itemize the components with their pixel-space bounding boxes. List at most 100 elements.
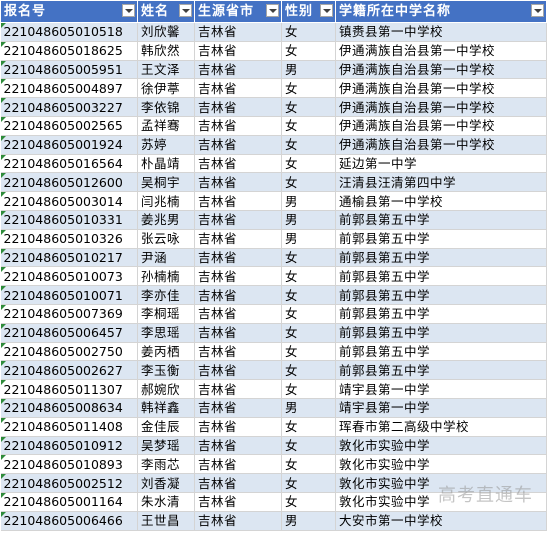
cell-registration-id[interactable]: 221048605006457: [0, 323, 138, 343]
filter-dropdown-button[interactable]: [179, 4, 192, 17]
cell-gender[interactable]: 女: [281, 41, 336, 61]
cell-province[interactable]: 吉林省: [194, 285, 282, 305]
cell-school-name[interactable]: 前郭县第五中学: [335, 285, 547, 305]
cell-student-name[interactable]: 闫兆楠: [137, 191, 195, 211]
cell-province[interactable]: 吉林省: [194, 323, 282, 343]
cell-registration-id[interactable]: 221048605002512: [0, 473, 138, 493]
cell-registration-id[interactable]: 221048605010331: [0, 210, 138, 230]
cell-registration-id[interactable]: 221048605002627: [0, 360, 138, 381]
cell-student-name[interactable]: 孙楠楠: [137, 266, 195, 287]
cell-registration-id[interactable]: 221048605010893: [0, 454, 138, 475]
cell-province[interactable]: 吉林省: [194, 436, 282, 456]
cell-registration-id[interactable]: 221048605016564: [0, 154, 138, 174]
cell-school-name[interactable]: 通榆县第一中学校: [335, 191, 547, 211]
cell-school-name[interactable]: 伊通满族自治县第一中学校: [335, 116, 547, 136]
cell-school-name[interactable]: 靖宇县第一中学: [335, 379, 547, 399]
cell-registration-id[interactable]: 221048605011408: [0, 417, 138, 437]
cell-student-name[interactable]: 张云咏: [137, 229, 195, 249]
cell-registration-id[interactable]: 221048605006466: [0, 511, 138, 531]
cell-student-name[interactable]: 李亦佳: [137, 285, 195, 305]
cell-province[interactable]: 吉林省: [194, 492, 282, 512]
cell-registration-id[interactable]: 221048605002750: [0, 342, 138, 362]
cell-gender[interactable]: 女: [281, 22, 336, 42]
cell-province[interactable]: 吉林省: [194, 342, 282, 362]
cell-province[interactable]: 吉林省: [194, 78, 282, 99]
cell-student-name[interactable]: 韩祥鑫: [137, 398, 195, 418]
cell-province[interactable]: 吉林省: [194, 116, 282, 136]
cell-province[interactable]: 吉林省: [194, 379, 282, 399]
cell-student-name[interactable]: 李玉衡: [137, 360, 195, 381]
cell-student-name[interactable]: 郝婉欣: [137, 379, 195, 399]
cell-student-name[interactable]: 孟祥骞: [137, 116, 195, 136]
cell-student-name[interactable]: 李桐瑶: [137, 304, 195, 324]
cell-student-name[interactable]: 姜兆男: [137, 210, 195, 230]
cell-registration-id[interactable]: 221048605010217: [0, 248, 138, 268]
cell-school-name[interactable]: 伊通满族自治县第一中学校: [335, 41, 547, 61]
cell-province[interactable]: 吉林省: [194, 248, 282, 268]
cell-province[interactable]: 吉林省: [194, 398, 282, 418]
cell-gender[interactable]: 女: [281, 248, 336, 268]
cell-school-name[interactable]: 镇赉县第一中学校: [335, 22, 547, 42]
cell-registration-id[interactable]: 221048605005951: [0, 60, 138, 80]
cell-school-name[interactable]: 敦化市实验中学: [335, 436, 547, 456]
cell-province[interactable]: 吉林省: [194, 511, 282, 531]
cell-province[interactable]: 吉林省: [194, 360, 282, 381]
cell-registration-id[interactable]: 221048605010326: [0, 229, 138, 249]
cell-gender[interactable]: 女: [281, 454, 336, 475]
cell-student-name[interactable]: 吴桐宇: [137, 172, 195, 193]
cell-province[interactable]: 吉林省: [194, 417, 282, 437]
cell-registration-id[interactable]: 221048605010073: [0, 266, 138, 287]
cell-student-name[interactable]: 王文泽: [137, 60, 195, 80]
cell-student-name[interactable]: 尹涵: [137, 248, 195, 268]
cell-student-name[interactable]: 金佳辰: [137, 417, 195, 437]
cell-student-name[interactable]: 朱水清: [137, 492, 195, 512]
cell-gender[interactable]: 女: [281, 78, 336, 99]
cell-gender[interactable]: 男: [281, 398, 336, 418]
cell-student-name[interactable]: 李依锦: [137, 97, 195, 117]
cell-gender[interactable]: 女: [281, 342, 336, 362]
cell-province[interactable]: 吉林省: [194, 304, 282, 324]
filter-dropdown-button[interactable]: [320, 4, 333, 17]
cell-school-name[interactable]: 敦化市实验中学: [335, 492, 547, 512]
cell-school-name[interactable]: 前郭县第五中学: [335, 229, 547, 249]
cell-province[interactable]: 吉林省: [194, 41, 282, 61]
cell-gender[interactable]: 女: [281, 285, 336, 305]
cell-registration-id[interactable]: 221048605003014: [0, 191, 138, 211]
cell-registration-id[interactable]: 221048605001924: [0, 135, 138, 155]
cell-gender[interactable]: 女: [281, 436, 336, 456]
cell-province[interactable]: 吉林省: [194, 172, 282, 193]
cell-gender[interactable]: 女: [281, 97, 336, 117]
filter-dropdown-button[interactable]: [266, 4, 279, 17]
cell-registration-id[interactable]: 221048605007369: [0, 304, 138, 324]
cell-registration-id[interactable]: 221048605010912: [0, 436, 138, 456]
cell-school-name[interactable]: 前郭县第五中学: [335, 360, 547, 381]
cell-school-name[interactable]: 敦化市实验中学: [335, 454, 547, 475]
cell-province[interactable]: 吉林省: [194, 135, 282, 155]
cell-school-name[interactable]: 汪清县汪清第四中学: [335, 172, 547, 193]
cell-student-name[interactable]: 刘欣馨: [137, 22, 195, 42]
cell-school-name[interactable]: 前郭县第五中学: [335, 304, 547, 324]
filter-dropdown-button[interactable]: [122, 4, 135, 17]
cell-registration-id[interactable]: 221048605012600: [0, 172, 138, 193]
cell-school-name[interactable]: 大安市第一中学校: [335, 511, 547, 531]
cell-student-name[interactable]: 姜丙栖: [137, 342, 195, 362]
cell-school-name[interactable]: 前郭县第五中学: [335, 266, 547, 287]
cell-registration-id[interactable]: 221048605004897: [0, 78, 138, 99]
cell-province[interactable]: 吉林省: [194, 473, 282, 493]
cell-student-name[interactable]: 朴晶靖: [137, 154, 195, 174]
cell-student-name[interactable]: 李思瑶: [137, 323, 195, 343]
cell-province[interactable]: 吉林省: [194, 210, 282, 230]
cell-registration-id[interactable]: 221048605010518: [0, 22, 138, 42]
cell-school-name[interactable]: 前郭县第五中学: [335, 210, 547, 230]
cell-gender[interactable]: 女: [281, 266, 336, 287]
cell-registration-id[interactable]: 221048605003227: [0, 97, 138, 117]
cell-school-name[interactable]: 伊通满族自治县第一中学校: [335, 97, 547, 117]
cell-school-name[interactable]: 伊通满族自治县第一中学校: [335, 78, 547, 99]
cell-province[interactable]: 吉林省: [194, 154, 282, 174]
cell-gender[interactable]: 女: [281, 360, 336, 381]
cell-school-name[interactable]: 伊通满族自治县第一中学校: [335, 60, 547, 80]
cell-school-name[interactable]: 前郭县第五中学: [335, 248, 547, 268]
cell-registration-id[interactable]: 221048605008634: [0, 398, 138, 418]
cell-gender[interactable]: 男: [281, 191, 336, 211]
cell-gender[interactable]: 女: [281, 323, 336, 343]
